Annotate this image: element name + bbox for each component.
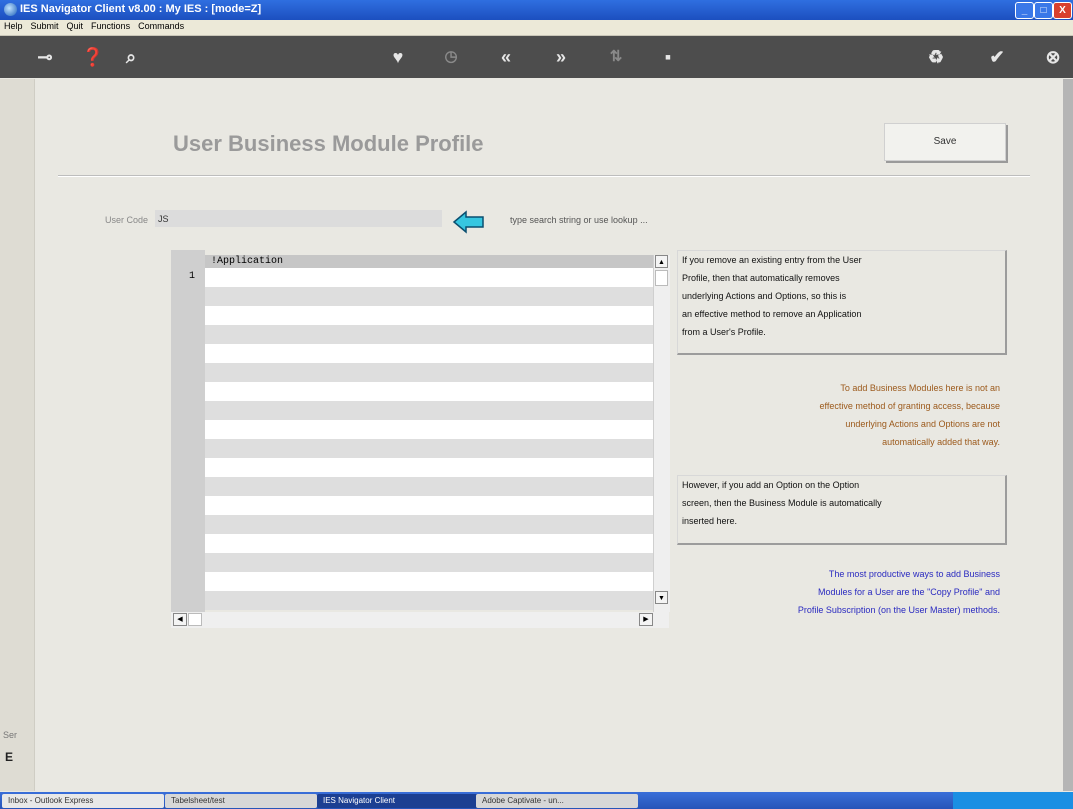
divider — [58, 175, 1030, 176]
table-row[interactable] — [205, 553, 653, 572]
rewind-icon[interactable]: « — [493, 44, 519, 70]
lookup-arrow-icon[interactable] — [452, 210, 486, 234]
system-tray — [953, 792, 1073, 809]
menu-functions[interactable]: Functions — [87, 20, 134, 32]
app-icon — [4, 3, 17, 16]
table-row[interactable] — [205, 439, 653, 458]
window-scrollbar[interactable] — [1063, 79, 1073, 791]
user-code-label: User Code — [105, 215, 149, 225]
row-number: 1 — [189, 271, 196, 282]
user-code-input[interactable] — [155, 210, 442, 227]
note-line: an effective method to remove an Applica… — [682, 309, 862, 319]
close-icon[interactable]: ⊗ — [1040, 44, 1066, 70]
menu-commands[interactable]: Commands — [134, 20, 188, 32]
sort-icon[interactable]: ⇅ — [603, 44, 629, 70]
grid-vertical-scrollbar[interactable]: ▲ ▼ — [653, 255, 670, 612]
table-row[interactable] — [205, 515, 653, 534]
note-line: automatically added that way. — [882, 437, 1000, 447]
grid-header-application: !Application — [205, 255, 653, 268]
note-add-option: However, if you add an Option on the Opt… — [677, 475, 1007, 545]
menu-help[interactable]: Help — [0, 20, 27, 32]
title-bar: IES Navigator Client v8.00 : My IES : [m… — [0, 0, 1073, 20]
taskbar-item-tabelsheet[interactable]: Tabelsheet/test — [165, 794, 317, 808]
key-icon[interactable]: ⊸ — [32, 44, 58, 70]
recycle-icon[interactable]: ♻ — [923, 44, 949, 70]
table-row[interactable] — [205, 382, 653, 401]
os-taskbar: Inbox - Outlook Express Tabelsheet/test … — [0, 792, 1073, 809]
grid-icon[interactable]: ▪ — [655, 44, 681, 70]
table-row[interactable] — [205, 477, 653, 496]
table-row[interactable] — [205, 420, 653, 439]
note-line: effective method of granting access, bec… — [819, 401, 1000, 411]
status-text: Ser — [3, 730, 18, 740]
table-row[interactable] — [205, 401, 653, 420]
note-line: To add Business Modules here is not an — [840, 383, 1000, 393]
main-content: User Business Module Profile Save User C… — [0, 79, 1073, 791]
note-line: Profile Subscription (on the User Master… — [797, 605, 1000, 615]
note-line: If you remove an existing entry from the… — [682, 255, 862, 265]
clock-icon[interactable]: ◷ — [438, 44, 464, 70]
note-add-modules: To add Business Modules here is not an e… — [700, 379, 1000, 451]
note-line: The most productive ways to add Business — [828, 569, 1000, 579]
search-icon[interactable]: ⌕ — [118, 44, 144, 70]
application-grid: !Application 1 ▲ ▼ ◀ ▶ — [171, 250, 672, 628]
table-row[interactable] — [205, 287, 653, 306]
table-row[interactable] — [205, 458, 653, 477]
table-row[interactable] — [205, 363, 653, 382]
table-row[interactable] — [205, 496, 653, 515]
toolbar: ⊸ ❓ ⌕ ♥ ◷ « » ⇅ ▪ ♻ ✔ ⊗ — [0, 36, 1073, 78]
scroll-left-icon[interactable]: ◀ — [173, 613, 187, 626]
table-row[interactable] — [205, 534, 653, 553]
note-line: underlying Actions and Options are not — [845, 419, 1000, 429]
scroll-right-icon[interactable]: ▶ — [639, 613, 653, 626]
taskbar-item-outlook[interactable]: Inbox - Outlook Express — [2, 794, 164, 808]
fast-forward-icon[interactable]: » — [548, 44, 574, 70]
note-line: Profile, then that automatically removes — [682, 273, 840, 283]
left-panel — [0, 79, 35, 791]
maximize-button[interactable]: □ — [1034, 2, 1053, 19]
window-title: IES Navigator Client v8.00 : My IES : [m… — [20, 3, 262, 15]
help-icon[interactable]: ❓ — [80, 44, 106, 70]
menu-submit[interactable]: Submit — [27, 20, 63, 32]
note-line: However, if you add an Option on the Opt… — [682, 480, 860, 490]
grid-horizontal-scrollbar[interactable]: ◀ ▶ — [171, 612, 669, 628]
heart-icon[interactable]: ♥ — [385, 44, 411, 70]
note-productive-ways: The most productive ways to add Business… — [700, 565, 1000, 619]
note-line: underlying Actions and Options, so this … — [682, 291, 847, 301]
note-line: screen, then the Business Module is auto… — [682, 498, 882, 508]
taskbar-item-adobe-captivate[interactable]: Adobe Captivate - un... — [476, 794, 638, 808]
row-number-column — [171, 250, 205, 612]
hscroll-thumb[interactable] — [188, 613, 202, 626]
table-row[interactable] — [205, 325, 653, 344]
table-row[interactable] — [205, 268, 653, 287]
note-line: Modules for a User are the "Copy Profile… — [818, 587, 1000, 597]
scroll-up-icon[interactable]: ▲ — [655, 255, 668, 268]
table-row[interactable] — [205, 572, 653, 591]
menu-bar: Help Submit Quit Functions Commands — [0, 20, 1073, 36]
note-line: from a User's Profile. — [682, 327, 766, 337]
close-button[interactable]: X — [1053, 2, 1072, 19]
scroll-thumb[interactable] — [655, 270, 668, 286]
save-button[interactable]: Save — [884, 123, 1006, 161]
note-line: inserted here. — [682, 516, 738, 526]
table-row[interactable] — [205, 306, 653, 325]
minimize-button[interactable]: _ — [1015, 2, 1034, 19]
status-text-secondary: E — [5, 750, 14, 764]
table-row[interactable] — [205, 344, 653, 363]
note-remove-entry: If you remove an existing entry from the… — [677, 250, 1007, 355]
grid-rows — [205, 268, 653, 610]
table-row[interactable] — [205, 591, 653, 610]
check-icon[interactable]: ✔ — [984, 44, 1010, 70]
scroll-down-icon[interactable]: ▼ — [655, 591, 668, 604]
page-title: User Business Module Profile — [173, 131, 484, 156]
lookup-hint: type search string or use lookup ... — [510, 215, 648, 225]
menu-quit[interactable]: Quit — [63, 20, 88, 32]
taskbar-item-ies-navigator[interactable]: IES Navigator Client — [317, 794, 479, 808]
